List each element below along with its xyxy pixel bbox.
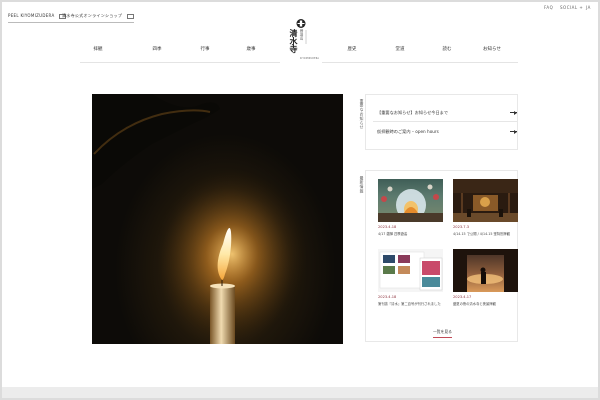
nav-item-oshirase[interactable]: お知らせ (483, 46, 501, 52)
language-switch[interactable]: JA (586, 5, 591, 10)
news-image-night-view[interactable] (453, 249, 518, 292)
nav-item-saiji[interactable]: 歳事 (247, 46, 256, 52)
news-title[interactable]: 4/14.15 で公開 / 4/14.15 堂特別拝観 (453, 231, 510, 236)
online-shop-link[interactable]: 清水寺公式オンラインショップ (62, 13, 134, 23)
nav-item-haikan[interactable]: 拝観 (94, 46, 103, 52)
news-date: 2023.7.3 (453, 225, 470, 229)
news-image-magazine[interactable] (378, 249, 443, 292)
logo-mountain-name: 音羽山 (300, 29, 304, 40)
news-title[interactable]: 盛夏の夜の清水寺と夜景拝観 (453, 301, 496, 306)
logo-temple-name: 清水寺 (289, 29, 299, 53)
news-date: 2023.4.18 (378, 225, 397, 229)
nav-item-gyoji[interactable]: 行事 (201, 46, 210, 52)
news-label: 最新情報 (360, 174, 365, 196)
news-date: 2023.4.17 (453, 295, 472, 299)
notice-item-important[interactable]: 【重要なお知らせ】お知らせ今日まで (377, 110, 448, 116)
external-link-icon (126, 13, 134, 19)
temple-hall-photo (453, 179, 518, 222)
logo-roman-name: KIYOMIZUDERA (300, 57, 320, 60)
news-title[interactable]: 第刊誌『清水』第二百号が刊行されました (378, 301, 441, 306)
notices-label: 重要なお知らせ (360, 97, 365, 132)
notice-item-hours[interactable]: 仮拝観時のご案内 – open hours (377, 129, 439, 135)
page: PEEL KIYOMIZUDERA 清水寺公式オンラインショップ FAQ SOC… (2, 2, 598, 398)
faq-link[interactable]: FAQ (544, 5, 553, 10)
news-image-temple-hall[interactable] (453, 179, 518, 222)
candle-illustration (92, 94, 307, 344)
fire-ritual-photo (378, 184, 443, 222)
news-title[interactable]: 4/17 雑禅 四季遊善 (378, 231, 407, 236)
shop-link-label: 清水寺公式オンラインショップ (62, 13, 123, 18)
notices-panel (365, 94, 518, 150)
nav-item-yomu[interactable]: 読む (443, 46, 452, 52)
social-menu-link[interactable]: SOCIAL + (560, 5, 583, 10)
notice-divider (373, 121, 517, 122)
nav-item-shiki[interactable]: 四季 (153, 46, 162, 52)
magazine-photo (379, 251, 443, 291)
news-image-goma[interactable] (378, 179, 443, 222)
peel-link-label: PEEL KIYOMIZUDERA (8, 13, 55, 18)
news-more-link[interactable]: 一覧を見る (433, 329, 452, 338)
nav-item-dodo[interactable]: 堂道 (396, 46, 405, 52)
arrow-right-icon[interactable] (510, 129, 517, 134)
peel-kiyomizudera-link[interactable]: PEEL KIYOMIZUDERA (8, 13, 67, 23)
hero-candle-image (92, 94, 343, 344)
logo[interactable]: 音羽山 清水寺 KIYOMIZUDERA (286, 18, 320, 66)
nav-divider-right (322, 62, 518, 63)
news-date: 2023.4.18 (378, 295, 397, 299)
footer-strip (2, 387, 598, 398)
arrow-right-icon[interactable] (510, 110, 517, 115)
night-view-photo (453, 249, 518, 292)
nav-item-rekishi[interactable]: 歴史 (348, 46, 357, 52)
nav-divider-left (80, 62, 280, 63)
